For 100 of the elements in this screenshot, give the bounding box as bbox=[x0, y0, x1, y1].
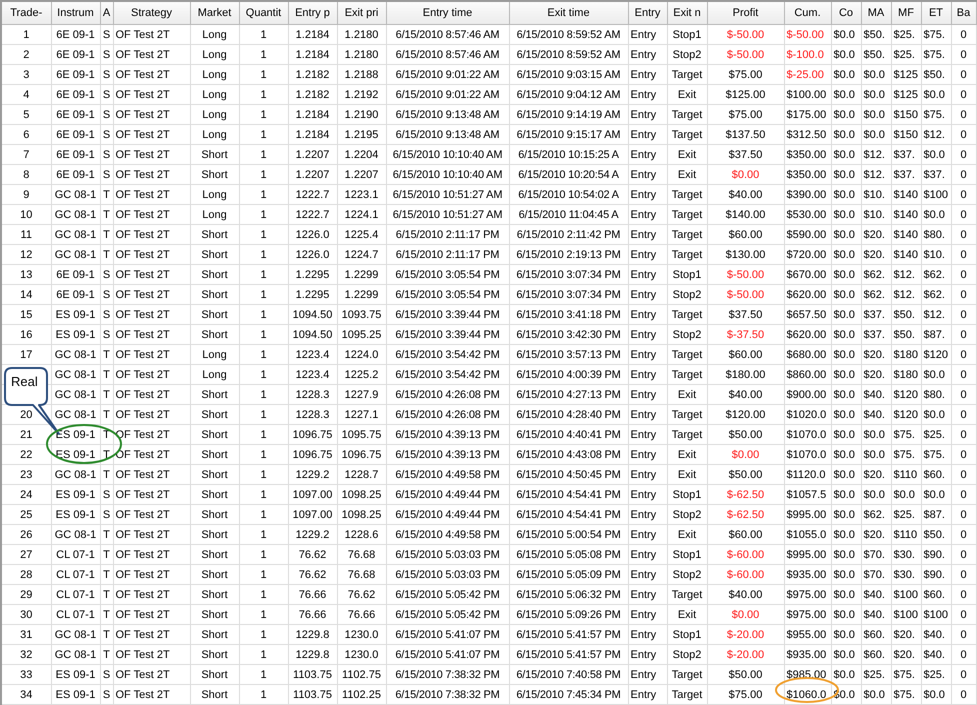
table-cell: $0.00 bbox=[707, 164, 784, 184]
column-header[interactable]: Strategy bbox=[113, 1, 190, 24]
table-cell: OF Test 2T bbox=[113, 124, 190, 144]
column-header[interactable]: ET bbox=[921, 1, 951, 24]
column-header[interactable]: Entry bbox=[628, 1, 667, 24]
table-cell: Entry bbox=[628, 684, 667, 704]
table-cell: $125.00 bbox=[707, 84, 784, 104]
table-cell: 0 bbox=[951, 424, 976, 444]
table-cell: OF Test 2T bbox=[113, 44, 190, 64]
column-header[interactable]: Entry p bbox=[288, 1, 337, 24]
table-cell: $350.00 bbox=[784, 164, 831, 184]
table-cell: $0.0 bbox=[831, 364, 861, 384]
table-cell: $100 bbox=[891, 604, 921, 624]
table-cell: 6/15/2010 4:39:13 PM bbox=[386, 444, 509, 464]
table-cell: 1.2190 bbox=[337, 104, 386, 124]
table-cell: Target bbox=[667, 124, 707, 144]
table-cell: $75. bbox=[921, 104, 951, 124]
table-cell: 1103.75 bbox=[288, 664, 337, 684]
table-cell: 6/15/2010 10:15:25 A bbox=[509, 144, 628, 164]
table-cell: $130.00 bbox=[707, 244, 784, 264]
table-cell: 1229.8 bbox=[288, 644, 337, 664]
column-header[interactable]: MA bbox=[861, 1, 891, 24]
column-header[interactable]: Co bbox=[831, 1, 861, 24]
table-cell: 6 bbox=[1, 124, 51, 144]
table-cell: $10. bbox=[861, 204, 891, 224]
column-header[interactable]: Profit bbox=[707, 1, 784, 24]
table-cell: 1225.4 bbox=[337, 224, 386, 244]
table-cell: 1229.2 bbox=[288, 524, 337, 544]
table-cell: Stop1 bbox=[667, 544, 707, 564]
table-cell: 76.68 bbox=[337, 564, 386, 584]
table-cell: T bbox=[100, 204, 113, 224]
table-cell: 76.62 bbox=[337, 584, 386, 604]
table-cell: 0 bbox=[951, 104, 976, 124]
table-cell: 1098.25 bbox=[337, 504, 386, 524]
table-cell: Entry bbox=[628, 544, 667, 564]
table-cell: $0.0 bbox=[831, 64, 861, 84]
table-cell: 6E 09-1 bbox=[51, 124, 100, 144]
table-cell: 8 bbox=[1, 164, 51, 184]
table-cell: 1103.75 bbox=[288, 684, 337, 704]
table-cell: 22 bbox=[1, 444, 51, 464]
table-cell: $90. bbox=[921, 544, 951, 564]
table-cell: 1223.4 bbox=[288, 344, 337, 364]
table-cell: Exit bbox=[667, 84, 707, 104]
table-cell: Target bbox=[667, 204, 707, 224]
table-cell: 0 bbox=[951, 684, 976, 704]
table-cell: $75.00 bbox=[707, 684, 784, 704]
column-header[interactable]: Exit n bbox=[667, 1, 707, 24]
column-header[interactable]: Trade- bbox=[1, 1, 51, 24]
table-cell: 6E 09-1 bbox=[51, 144, 100, 164]
column-header[interactable]: Exit pri bbox=[337, 1, 386, 24]
table-cell: $1020.0 bbox=[784, 404, 831, 424]
table-cell: Target bbox=[667, 664, 707, 684]
table-cell: $75.00 bbox=[707, 64, 784, 84]
callout-text: Real bbox=[11, 374, 38, 389]
table-cell: 1 bbox=[239, 244, 288, 264]
table-cell: 12 bbox=[1, 244, 51, 264]
column-header[interactable]: Market bbox=[190, 1, 239, 24]
table-cell: $60.00 bbox=[707, 344, 784, 364]
table-cell: 6/15/2010 5:05:42 PM bbox=[386, 584, 509, 604]
table-cell: ES 09-1 bbox=[51, 504, 100, 524]
table-cell: 0 bbox=[951, 364, 976, 384]
column-header[interactable]: Quantit bbox=[239, 1, 288, 24]
column-header[interactable]: Cum. bbox=[784, 1, 831, 24]
table-cell: $50. bbox=[861, 24, 891, 44]
table-cell: $180.00 bbox=[707, 364, 784, 384]
column-header[interactable]: Instrum bbox=[51, 1, 100, 24]
table-cell: $120 bbox=[891, 404, 921, 424]
table-cell: T bbox=[100, 244, 113, 264]
table-cell: Entry bbox=[628, 324, 667, 344]
column-header[interactable]: A bbox=[100, 1, 113, 24]
table-cell: $150 bbox=[891, 124, 921, 144]
column-header[interactable]: Entry time bbox=[386, 1, 509, 24]
table-cell: Target bbox=[667, 684, 707, 704]
table-cell: GC 08-1 bbox=[51, 244, 100, 264]
table-cell: 6/15/2010 9:01:22 AM bbox=[386, 64, 509, 84]
table-cell: Long bbox=[190, 64, 239, 84]
table-cell: T bbox=[100, 604, 113, 624]
table-cell: 0 bbox=[951, 604, 976, 624]
table-cell: OF Test 2T bbox=[113, 244, 190, 264]
table-cell: $90. bbox=[921, 564, 951, 584]
table-cell: $-20.00 bbox=[707, 644, 784, 664]
table-cell: Long bbox=[190, 84, 239, 104]
table-cell: $40. bbox=[861, 584, 891, 604]
table-cell: $62. bbox=[921, 284, 951, 304]
table-cell: $0.0 bbox=[831, 304, 861, 324]
table-cell: 76.68 bbox=[337, 544, 386, 564]
column-header[interactable]: Exit time bbox=[509, 1, 628, 24]
table-cell: Stop1 bbox=[667, 264, 707, 284]
column-header[interactable]: MF bbox=[891, 1, 921, 24]
table-cell: 76.62 bbox=[288, 544, 337, 564]
table-cell: $390.00 bbox=[784, 184, 831, 204]
table-cell: 1098.25 bbox=[337, 484, 386, 504]
column-header[interactable]: Ba bbox=[951, 1, 976, 24]
table-cell: 1 bbox=[239, 84, 288, 104]
table-cell: 1224.1 bbox=[337, 204, 386, 224]
table-cell: 6/15/2010 3:07:34 PM bbox=[509, 264, 628, 284]
table-cell: 4 bbox=[1, 84, 51, 104]
table-cell: OF Test 2T bbox=[113, 504, 190, 524]
table-cell: 6/15/2010 5:41:07 PM bbox=[386, 624, 509, 644]
table-cell: 1 bbox=[239, 624, 288, 644]
